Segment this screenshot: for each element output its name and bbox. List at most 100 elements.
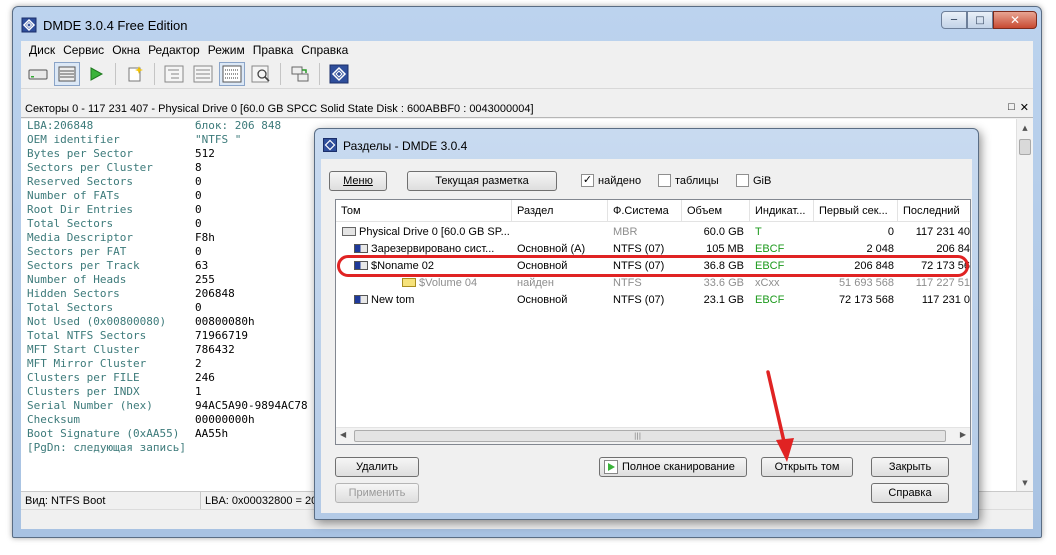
help-button[interactable]: Справка (871, 483, 949, 503)
tables-checkbox-label: таблицы (675, 174, 719, 187)
minimize-button[interactable]: ─ (941, 11, 967, 29)
field-name: Sectors per Cluster (27, 161, 153, 174)
cell-part: Основной (A) (517, 243, 586, 255)
toolbar-separator (154, 62, 155, 85)
partitions-button[interactable] (54, 61, 80, 86)
tables-checkbox-box[interactable] (658, 174, 671, 187)
new-file-button[interactable] (122, 62, 148, 86)
close-dialog-button[interactable]: Закрыть (871, 457, 949, 477)
cell-last: 117 231 0 (921, 294, 970, 306)
search-icon (251, 65, 270, 82)
menu-editor[interactable]: Редактор (144, 43, 204, 57)
open-volume-button[interactable]: Открыть том (761, 457, 853, 477)
col-filesystem[interactable]: Ф.Система (608, 200, 682, 222)
pane-close-icon[interactable]: ✕ (1020, 101, 1029, 114)
hscroll-thumb[interactable] (354, 430, 946, 442)
dmde-logo-button[interactable] (326, 62, 352, 86)
cell-volume: Physical Drive 0 [60.0 GB SP... (342, 224, 512, 241)
gib-checkbox-box[interactable] (736, 174, 749, 187)
maximize-icon: □ (975, 14, 985, 26)
copy-sectors-button[interactable] (287, 62, 313, 86)
field-name: Root Dir Entries (27, 203, 133, 216)
col-indicators[interactable]: Индикат... (750, 200, 814, 222)
menu-windows[interactable]: Окна (108, 43, 144, 57)
scroll-down-icon[interactable]: ▼ (1017, 474, 1033, 491)
toolbar-separator (280, 62, 281, 85)
menu-help[interactable]: Справка (297, 43, 352, 57)
field-value: 0 (195, 189, 202, 202)
col-partition[interactable]: Раздел (512, 200, 608, 222)
partitions-icon (58, 66, 76, 81)
field-value: 512 (195, 147, 215, 160)
menu-button[interactable]: Меню (329, 171, 387, 191)
field-value: 0 (195, 217, 202, 230)
table-row[interactable]: $Volume 04 найден NTFS 33.6 GB xCxx 51 693 56… (336, 275, 970, 292)
current-layout-button[interactable]: Текущая разметка (407, 171, 557, 191)
select-disk-button[interactable] (25, 62, 51, 86)
found-volume-icon (402, 277, 416, 287)
title-bar[interactable]: DMDE 3.0.4 Free Edition ─ □ ✕ (13, 7, 1041, 41)
full-scan-button[interactable]: Полное сканирование (599, 457, 747, 477)
col-volume[interactable]: Том (336, 200, 512, 222)
list-view-button[interactable] (190, 62, 216, 86)
close-button[interactable]: ✕ (993, 11, 1037, 29)
field-name: Total Sectors (27, 217, 114, 230)
cell-size: 105 MB (706, 243, 744, 255)
table-row[interactable]: $Noname 02 Основной NTFS (07) 36.8 GB EBCF 20… (336, 258, 970, 275)
field-value: 00800080h (195, 315, 255, 328)
field-value: 94AC5A90-9894AC78 (195, 399, 308, 412)
found-checkbox[interactable]: ✓ найдено (581, 174, 641, 187)
pane-maximize-icon[interactable]: □ (1008, 101, 1015, 114)
play-scan-button[interactable] (83, 62, 109, 86)
scroll-left-icon[interactable]: ◀ (340, 430, 346, 439)
cell-size: 36.8 GB (703, 260, 744, 272)
found-checkbox-box[interactable]: ✓ (581, 174, 594, 187)
scroll-right-icon[interactable]: ▶ (960, 430, 966, 439)
col-last-sector[interactable]: Последний (898, 200, 970, 222)
cell-size: 60.0 GB (703, 226, 744, 238)
scroll-thumb[interactable] (1019, 139, 1031, 155)
gib-checkbox[interactable]: GiB (736, 174, 771, 187)
field-value: 8 (195, 161, 202, 174)
field-name: Boot Signature (0xAA55) (27, 427, 180, 440)
hex-view-button[interactable] (219, 61, 245, 86)
cell-last: 72 173 56 (921, 260, 970, 272)
delete-button[interactable]: Удалить (335, 457, 419, 477)
table-row[interactable]: Physical Drive 0 [60.0 GB SP... MBR 60.0 G… (336, 224, 970, 241)
play-icon (604, 460, 618, 474)
cell-ind: T (755, 226, 762, 238)
sparkle-file-icon (128, 65, 143, 81)
horizontal-scrollbar[interactable]: ◀ ||| ▶ (336, 427, 970, 444)
status-view: Вид: NTFS Boot (25, 494, 106, 507)
cell-last: 117 227 51 (915, 277, 970, 289)
partitions-tree[interactable]: Том Раздел Ф.Система Объем Индикат... Пе… (335, 199, 971, 445)
menu-mode[interactable]: Режим (204, 43, 249, 57)
field-value: 00000000h (195, 413, 255, 426)
scroll-up-icon[interactable]: ▲ (1017, 119, 1033, 136)
menu-disk[interactable]: Диск (25, 43, 59, 57)
field-name: Number of Heads (27, 273, 127, 286)
col-size[interactable]: Объем (682, 200, 750, 222)
search-button[interactable] (248, 62, 274, 86)
field-value: блок: 206 848 (195, 119, 282, 132)
toolbar (21, 59, 1033, 89)
tables-checkbox[interactable]: таблицы (658, 174, 719, 187)
col-first-sector[interactable]: Первый сек... (814, 200, 898, 222)
menu-service[interactable]: Сервис (59, 43, 108, 57)
field-value: 0 (195, 175, 202, 188)
table-row[interactable]: New tom Основной NTFS (07) 23.1 GB EBCF 72 17… (336, 292, 970, 309)
menu-button-label: Меню (343, 175, 373, 187)
tree-view-button[interactable] (161, 62, 187, 86)
dmde-logo-icon (329, 64, 349, 83)
apply-button[interactable]: Применить (335, 483, 419, 503)
vertical-scrollbar[interactable]: ▲ ▼ (1016, 119, 1033, 491)
found-checkbox-label: найдено (598, 174, 642, 187)
maximize-button[interactable]: □ (967, 11, 993, 29)
dmde-logo-icon (21, 17, 37, 33)
help-label: Справка (888, 487, 932, 499)
field-name: Clusters per INDX (27, 385, 140, 398)
field-value: 0 (195, 203, 202, 216)
menu-edit[interactable]: Правка (249, 43, 298, 57)
table-row[interactable]: Зарезервировано сист... Основной (A) NTFS … (336, 241, 970, 258)
grip-icon: ||| (634, 432, 642, 440)
